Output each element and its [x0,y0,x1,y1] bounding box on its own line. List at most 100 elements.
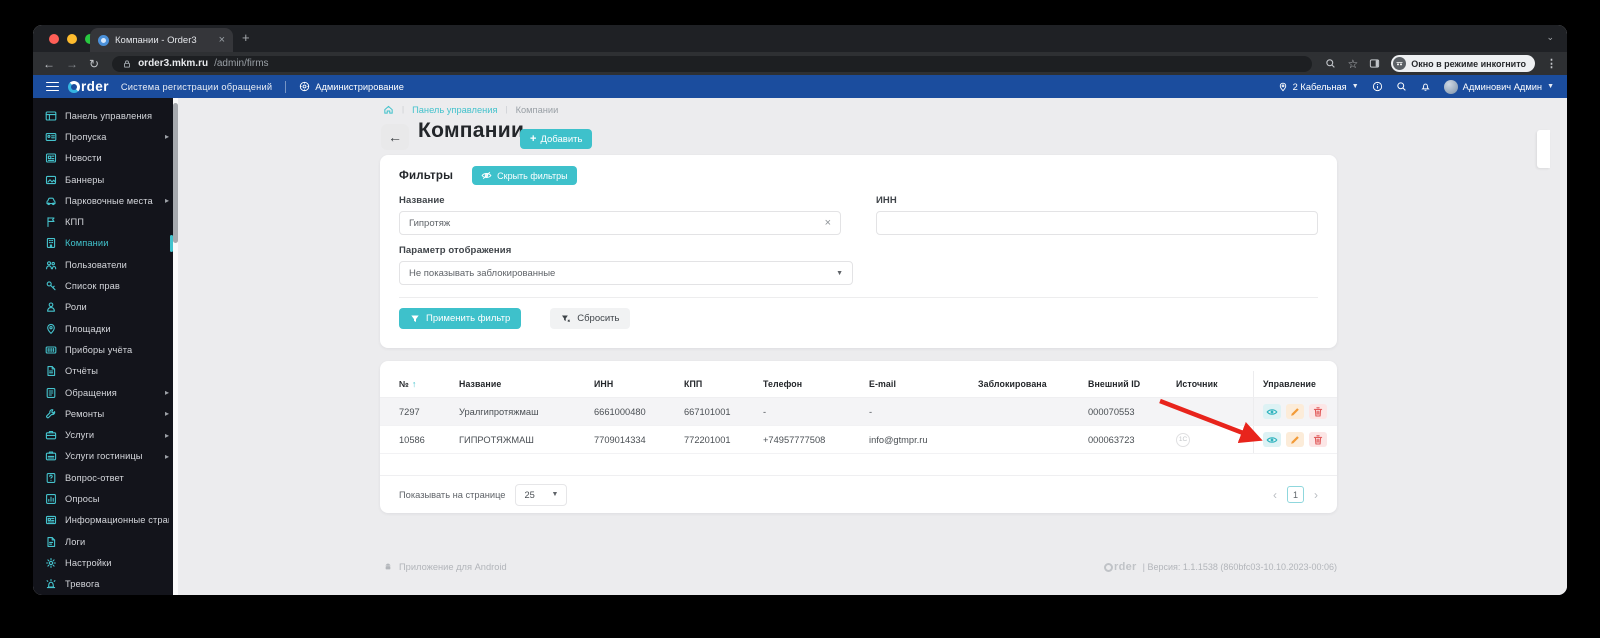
clear-icon[interactable]: × [825,218,831,229]
edit-button[interactable] [1286,404,1304,419]
cell-phone: - [763,398,869,425]
sidebar-item-infopages[interactable]: Информационные страницы [33,510,178,531]
sidebar-item-doc[interactable]: Отчёты [33,361,178,382]
parking-icon [45,195,57,207]
sidebar-item-users[interactable]: Пользователи [33,254,178,275]
back-icon[interactable]: ← [43,58,55,70]
admin-label: Администрирование [315,82,404,92]
home-icon[interactable] [383,104,394,115]
apply-filter-button[interactable]: Применить фильтр [399,308,521,329]
sidebar-item-banner[interactable]: Баннеры [33,169,178,190]
sidebar-item-label: Информационные страницы [65,515,169,525]
delete-button[interactable] [1309,404,1327,419]
filter-clear-icon [561,314,571,324]
sidebar-item-dashboard[interactable]: Панель управления [33,105,178,126]
next-page-icon[interactable]: › [1314,489,1318,501]
cell-external_id: 000070553 [1088,398,1176,425]
view-button[interactable] [1263,404,1281,419]
inn-filter-input[interactable] [886,218,1308,229]
sidebar-item-repair[interactable]: Ремонты▸ [33,403,178,424]
cell-blocked [978,426,1088,453]
sidebar-item-service[interactable]: Услуги▸ [33,424,178,445]
hide-filters-button[interactable]: Скрыть фильтры [472,166,577,185]
display-param-select[interactable]: Не показывать заблокированные ▼ [399,261,853,285]
view-button[interactable] [1263,432,1281,447]
sidebar-item-meter[interactable]: Приборы учёта [33,339,178,360]
sidebar-item-request[interactable]: Обращения▸ [33,382,178,403]
hamburger-menu-icon[interactable] [46,82,59,92]
sidebar-item-label: Пропуска [65,132,157,142]
app-logo[interactable]: rder [68,79,109,94]
cell-phone: +74957777508 [763,426,869,453]
column-header: Телефон [763,371,869,397]
sidebar-item-location[interactable]: Площадки [33,318,178,339]
sidebar-item-news[interactable]: Новости [33,148,178,169]
info-button[interactable] [1372,81,1383,92]
sidebar-item-label: Приборы учёта [65,345,169,355]
reset-filter-button[interactable]: Сбросить [550,308,630,329]
browser-menu-icon[interactable]: ⋮ [1546,57,1557,70]
sidebar-item-kpp[interactable]: КПП [33,211,178,232]
bookmark-star-icon[interactable]: ☆ [1347,58,1358,70]
breadcrumb-link-dashboard[interactable]: Панель управления [412,105,497,115]
reload-icon[interactable]: ↻ [89,58,99,70]
sidebar-item-log[interactable]: Логи [33,531,178,552]
cell-kpp: 667101001 [684,398,763,425]
user-menu[interactable]: Админович Админ ▼ [1444,80,1554,94]
close-window-button[interactable] [49,34,59,44]
filter-icon [410,314,420,324]
add-button[interactable]: + Добавить [520,129,592,149]
screenshot-stage: Компании - Order3 × + ⌄ ← → ↻ order3.mkm… [0,0,1600,638]
sidebar-item-key[interactable]: Список прав [33,275,178,296]
sidebar-item-company[interactable]: Компании [33,233,178,254]
column-header[interactable]: №↑ [399,371,459,397]
forward-icon[interactable]: → [66,58,78,70]
chevron-down-icon: ▼ [1352,83,1359,90]
tab-search-chevron-icon[interactable]: ⌄ [1546,32,1554,43]
cell-name: Уралгипротяжмаш [459,398,594,425]
side-panel-icon[interactable] [1369,58,1380,69]
minimize-window-button[interactable] [67,34,77,44]
source-1c-badge: 1C [1176,433,1190,447]
edit-button[interactable] [1286,432,1304,447]
cell-id: 7297 [399,398,459,425]
per-page-select[interactable]: 25 ▼ [515,484,567,506]
zoom-icon[interactable] [1325,58,1336,69]
search-button[interactable] [1396,81,1407,92]
tab-close-icon[interactable]: × [219,35,225,46]
sidebar-item-faq[interactable]: Вопрос-ответ [33,467,178,488]
breadcrumb-separator: | [402,105,404,114]
side-panel-tab[interactable] [1537,130,1550,168]
sidebar-item-hotel[interactable]: Услуги гостиницы▸ [33,446,178,467]
sidebar-item-alarm[interactable]: Тревога [33,574,178,595]
back-button[interactable]: ← [381,124,409,150]
sidebar-item-label: Панель управления [65,111,169,121]
new-tab-button[interactable]: + [242,30,250,45]
sidebar-item-label: Пользователи [65,260,169,270]
sidebar-item-parking[interactable]: Парковочные места▸ [33,190,178,211]
sidebar-item-role[interactable]: Роли [33,297,178,318]
doc-icon [45,365,57,377]
browser-toolbar: ← → ↻ order3.mkm.ru /admin/firms ☆ [33,52,1567,75]
android-app-link[interactable]: Приложение для Android [383,562,507,572]
delete-button[interactable] [1309,432,1327,447]
tab-title: Компании - Order3 [115,35,213,46]
sidebar-item-settings[interactable]: Настройки [33,552,178,573]
repair-icon [45,408,57,420]
notifications-button[interactable] [1420,81,1431,92]
chevron-right-icon: ▸ [165,388,169,397]
column-header: ИНН [594,371,684,397]
admin-section[interactable]: Администрирование [299,81,404,92]
sidebar-item-poll[interactable]: Опросы [33,488,178,509]
page-number[interactable]: 1 [1287,486,1304,503]
column-header: Источник [1176,371,1253,397]
url-bar[interactable]: order3.mkm.ru /admin/firms [112,56,1312,72]
browser-tab[interactable]: Компании - Order3 × [90,28,233,52]
incognito-label: Окно в режиме инкогнито [1411,59,1526,69]
name-filter-label: Название [399,195,841,206]
sidebar-item-pass[interactable]: Пропуска▸ [33,126,178,147]
android-icon [383,562,393,572]
location-selector[interactable]: 2 Кабельная ▼ [1278,82,1359,92]
prev-page-icon[interactable]: ‹ [1273,489,1277,501]
name-filter-input[interactable] [409,218,825,229]
